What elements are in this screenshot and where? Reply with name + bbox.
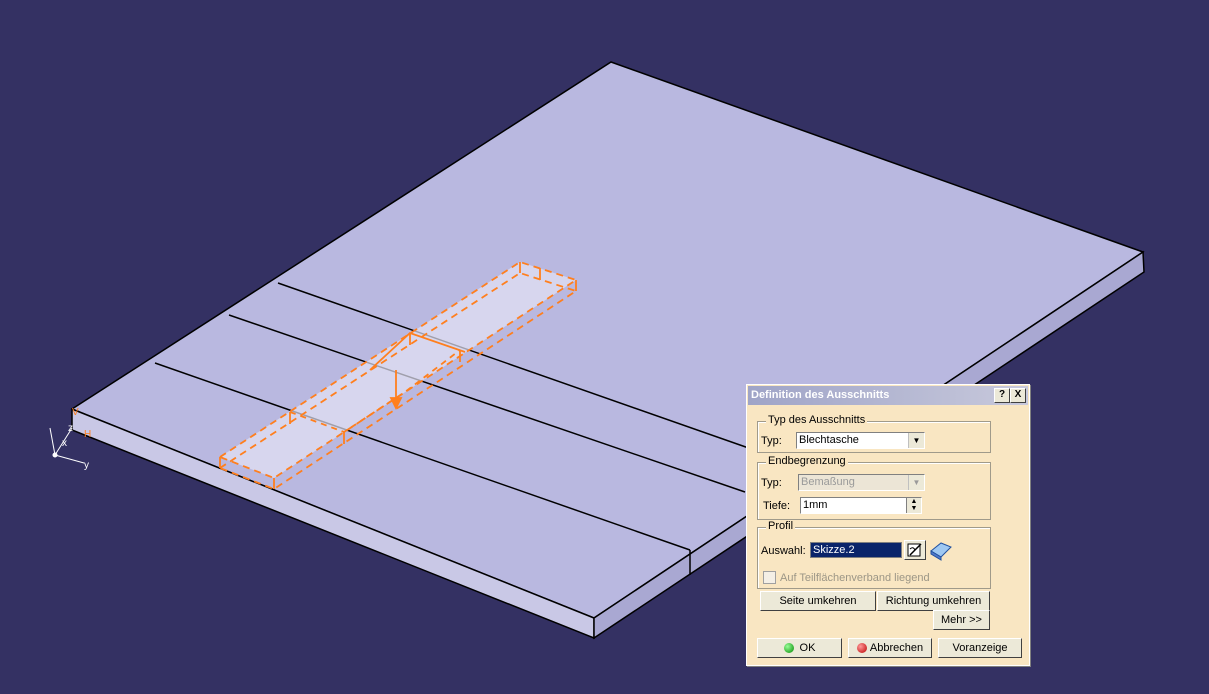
cutout-type-value: Blechtasche [799,434,859,446]
ok-label: OK [799,642,816,654]
group-end-limit: Endbegrenzung Typ: Bemaßung ▼ Tiefe: 1mm… [757,455,991,520]
axis-h-label: H [84,429,91,440]
axis-v-label: V [72,407,79,418]
dialog-title: Definition des Ausschnitts [751,389,890,401]
end-type-label: Typ: [761,477,782,489]
group-cutout-type-legend: Typ des Ausschnitts [766,414,868,426]
end-type-combo[interactable]: Bemaßung ▼ [798,474,925,491]
depth-value: 1mm [803,499,828,511]
face-select-icon[interactable] [928,537,954,563]
chevron-down-icon[interactable]: ▼ [908,475,924,490]
group-profile-legend: Profil [766,520,796,532]
chevron-down-icon[interactable]: ▼ [908,433,924,448]
help-button[interactable]: ? [994,388,1010,403]
depth-spinner[interactable]: ▲ ▼ [906,498,921,513]
ok-icon [783,643,794,654]
reverse-direction-button[interactable]: Richtung umkehren [877,591,990,611]
preview-button[interactable]: Voranzeige [938,638,1022,658]
close-button[interactable]: X [1010,388,1026,403]
group-cutout-type: Typ des Ausschnitts Typ: Blechtasche ▼ [757,414,991,453]
more-button[interactable]: Mehr >> [933,610,990,630]
cutout-type-combo[interactable]: Blechtasche ▼ [796,432,925,449]
depth-input[interactable]: 1mm ▲ ▼ [800,497,922,514]
cutout-type-label: Typ: [761,435,782,447]
sketch-button[interactable] [904,540,926,560]
sketch-icon [907,543,922,557]
selection-label: Auswahl: [761,545,806,557]
on-face-set-label: Auf Teilflächenverband liegend [780,572,930,584]
cutout-definition-dialog[interactable]: Definition des Ausschnitts ? X Typ des A… [746,384,1030,666]
axis-x-label: x [62,438,67,449]
cancel-button[interactable]: Abbrechen [848,638,932,658]
depth-label: Tiefe: [763,500,791,512]
group-end-limit-legend: Endbegrenzung [766,455,848,467]
axis-y-label: y [84,460,89,471]
group-profile: Profil Auswahl: Skizze.2 Auf Teilflächen… [757,520,991,589]
reverse-side-button[interactable]: Seite umkehren [760,591,876,611]
cancel-label: Abbrechen [869,642,924,654]
cancel-icon [856,643,867,654]
selection-value: Skizze.2 [813,544,855,556]
selection-field[interactable]: Skizze.2 [810,542,902,558]
axis-z-label: z [68,423,73,434]
end-type-value: Bemaßung [801,476,855,488]
on-face-set-checkbox[interactable] [763,571,776,584]
ok-button[interactable]: OK [757,638,842,658]
dialog-title-bar[interactable]: Definition des Ausschnitts ? X [748,386,1028,405]
